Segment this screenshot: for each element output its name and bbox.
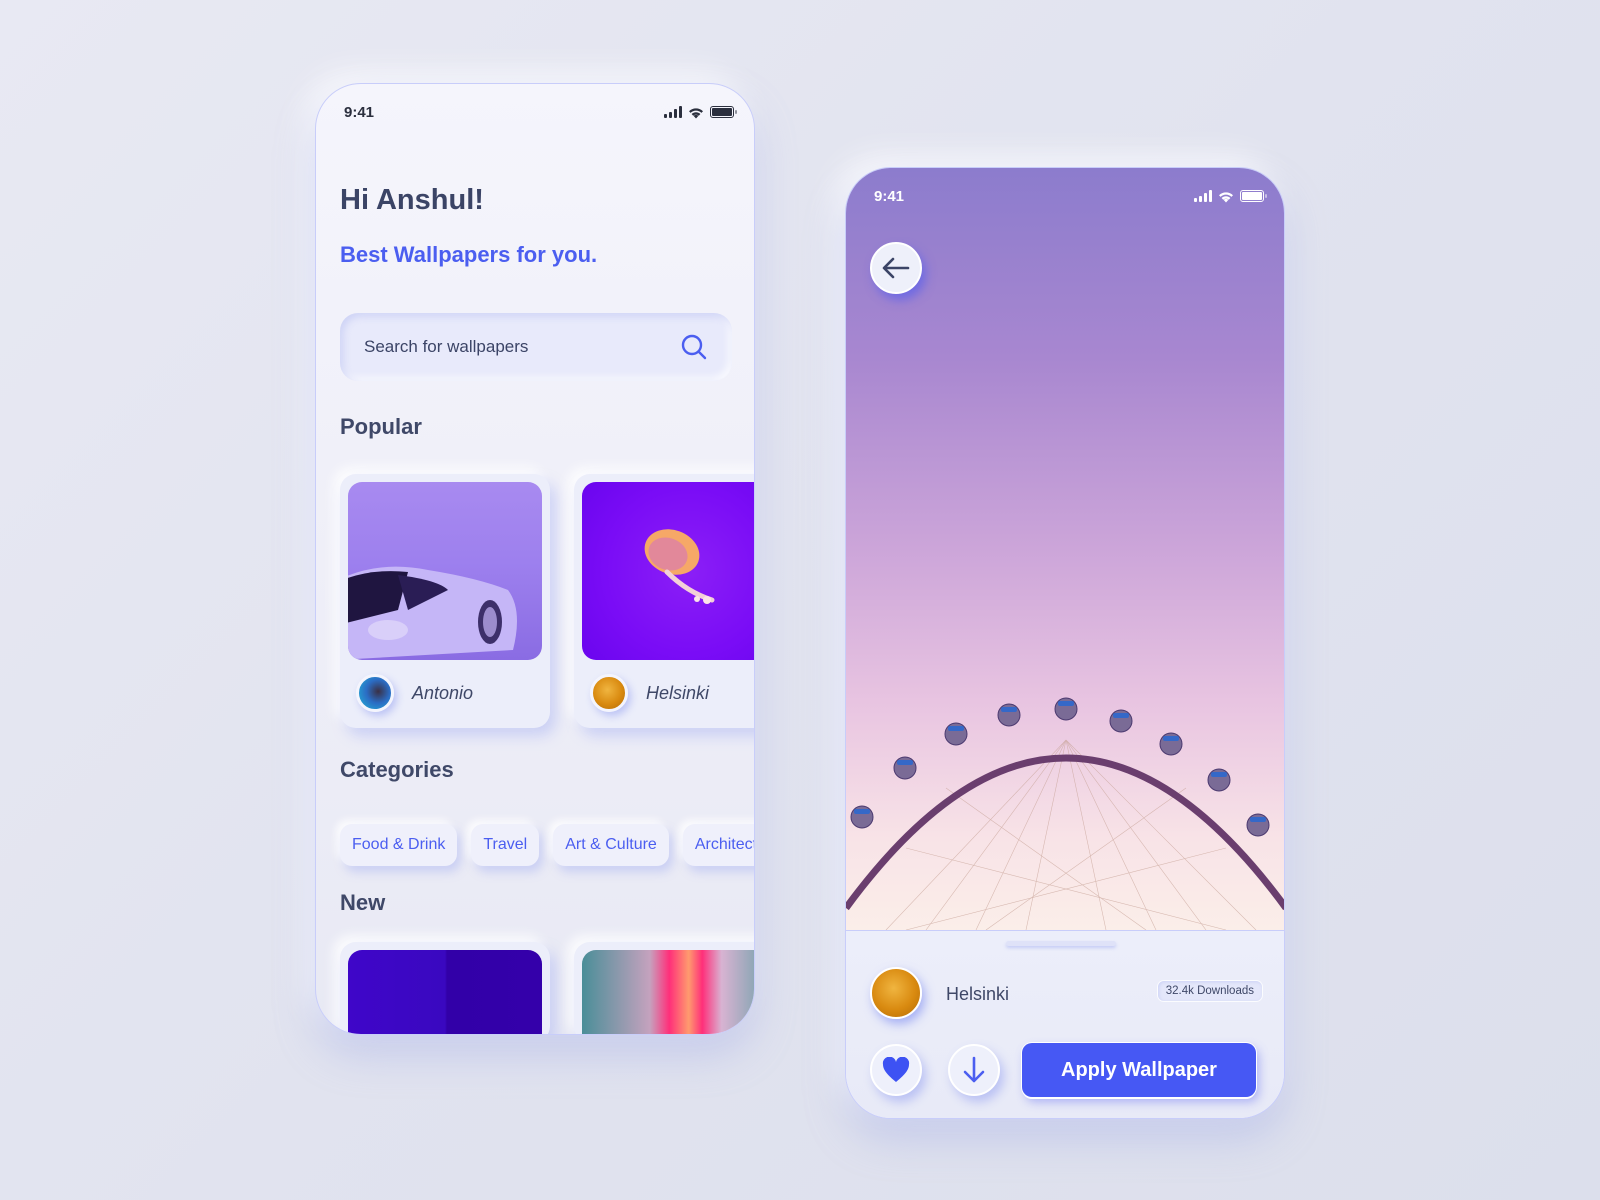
- category-chip-food-drink[interactable]: Food & Drink: [340, 824, 458, 866]
- arrow-down-icon: [963, 1056, 985, 1083]
- author-name: Helsinki: [646, 682, 710, 703]
- author-avatar[interactable]: [870, 967, 922, 1019]
- wifi-icon: [689, 107, 703, 118]
- status-time: 9:41: [344, 103, 375, 121]
- popular-card[interactable]: Helsinki: [574, 474, 754, 728]
- apply-wallpaper-button[interactable]: Apply Wallpaper: [1022, 1043, 1256, 1097]
- status-bar: 9:41: [316, 102, 754, 122]
- sheet-drag-handle[interactable]: [1006, 941, 1116, 946]
- home-screen: 9:41 Hi Anshul! Best Wallpapers for you.…: [315, 83, 755, 1035]
- categories-title: Categories: [340, 757, 454, 782]
- search-input[interactable]: [364, 337, 644, 357]
- signal-icon: [1194, 190, 1212, 202]
- wallpaper-thumbnail[interactable]: [582, 482, 754, 660]
- author-avatar[interactable]: [356, 674, 394, 712]
- like-button[interactable]: [870, 1044, 922, 1096]
- author-avatar[interactable]: [590, 674, 628, 712]
- download-button[interactable]: [948, 1044, 1000, 1096]
- jellyfish-image: [644, 529, 715, 604]
- greeting-title: Hi Anshul!: [340, 184, 484, 216]
- wallpaper-thumbnail[interactable]: [348, 482, 542, 660]
- battery-icon: [1240, 190, 1267, 202]
- back-button[interactable]: [870, 242, 922, 294]
- downloads-badge: 32.4k Downloads: [1157, 981, 1262, 1001]
- arrow-left-icon: [882, 257, 910, 279]
- wifi-icon: [1219, 191, 1233, 202]
- author-name: Helsinki: [946, 984, 1010, 1004]
- heart-icon: [882, 1057, 910, 1082]
- popular-card[interactable]: Antonio: [340, 474, 550, 728]
- search-icon[interactable]: [680, 333, 708, 361]
- wallpaper-info-sheet: Helsinki 32.4k Downloads Apply Wallpaper: [846, 930, 1284, 1118]
- author-name: Antonio: [412, 682, 474, 703]
- car-image: [348, 566, 517, 660]
- new-title: New: [340, 890, 386, 915]
- subtitle: Best Wallpapers for you.: [340, 242, 598, 267]
- popular-title: Popular: [340, 414, 422, 439]
- signal-icon: [664, 106, 682, 118]
- category-chip-architecture[interactable]: Architecture: [682, 824, 754, 866]
- new-card[interactable]: [340, 942, 550, 1034]
- category-chips: Food & Drink Travel Art & Culture Archit…: [340, 824, 754, 866]
- battery-icon: [710, 106, 737, 118]
- wallpaper-thumbnail[interactable]: [582, 950, 754, 1034]
- status-bar: 9:41: [846, 186, 1284, 206]
- search-bar[interactable]: [340, 313, 732, 381]
- wallpaper-thumbnail[interactable]: [348, 950, 542, 1034]
- category-chip-travel[interactable]: Travel: [471, 824, 540, 866]
- detail-screen: 9:41 Helsinki 32.4k Downloads Apply Wall…: [845, 167, 1285, 1119]
- category-chip-art-culture[interactable]: Art & Culture: [553, 824, 669, 866]
- status-time: 9:41: [874, 187, 905, 205]
- new-card[interactable]: [574, 942, 754, 1034]
